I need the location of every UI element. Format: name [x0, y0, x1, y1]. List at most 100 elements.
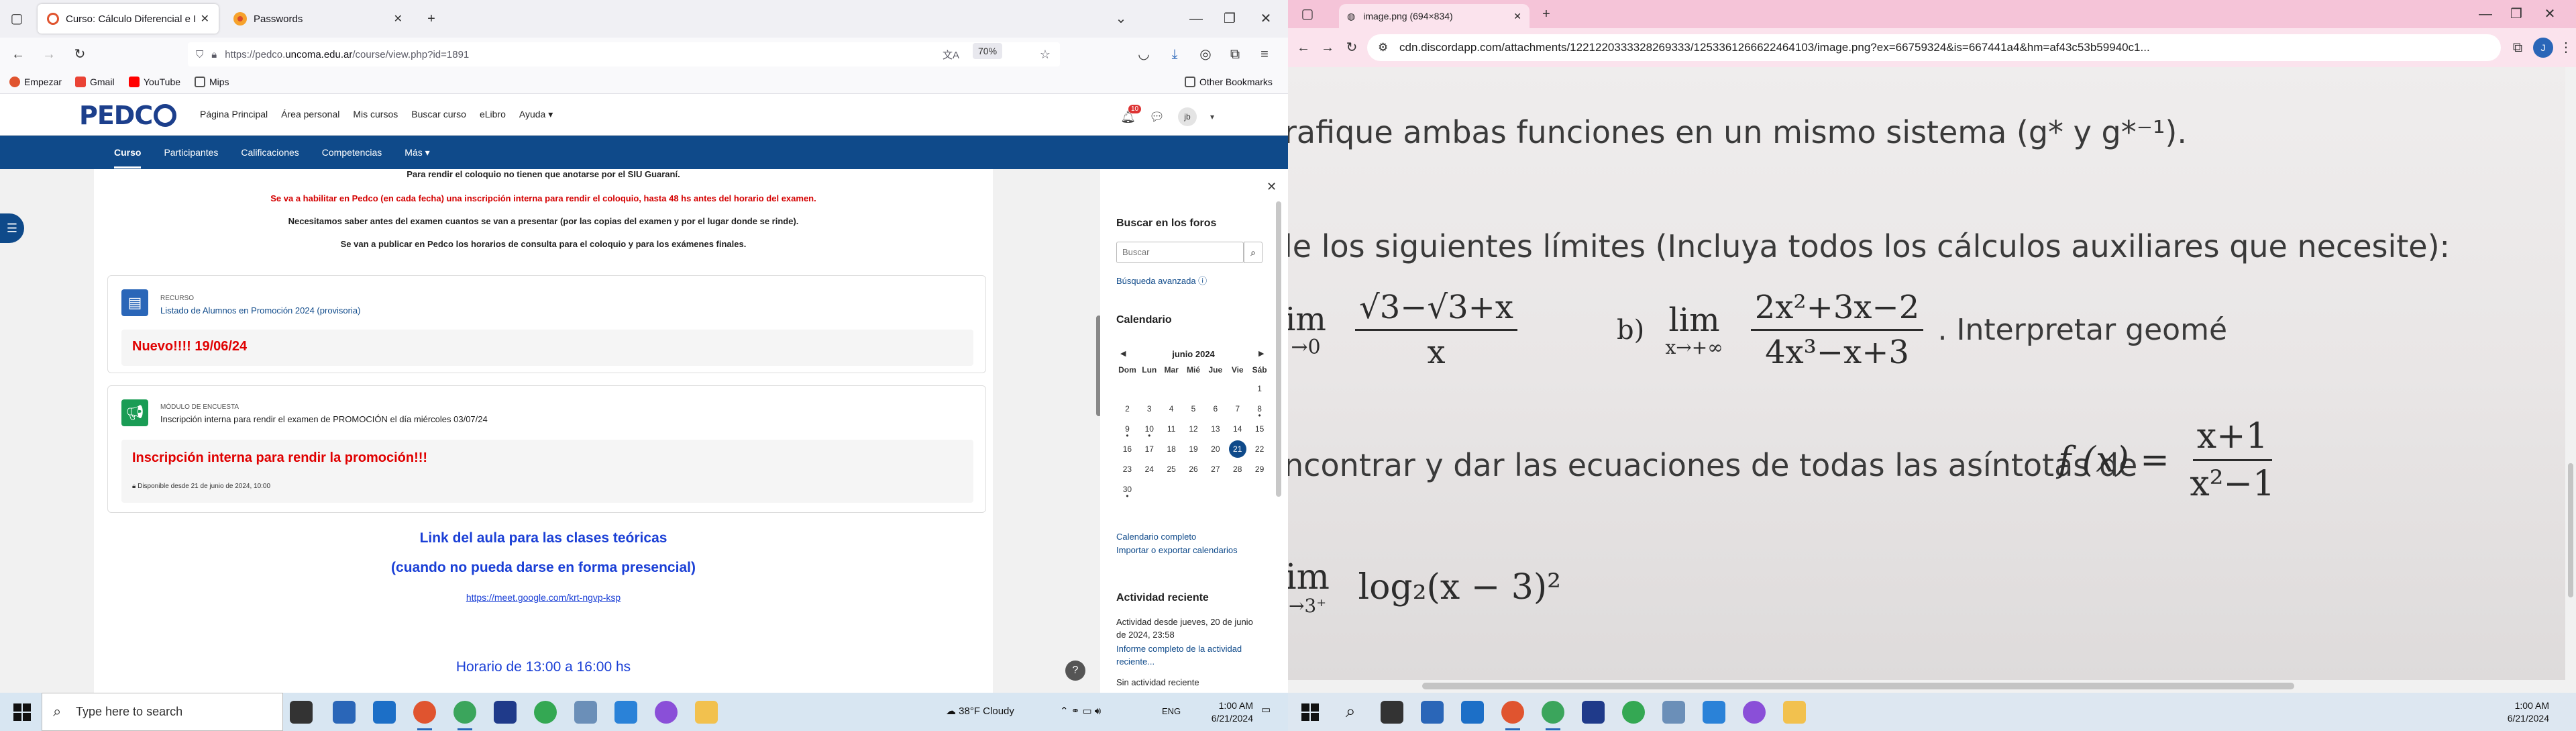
menu-icon[interactable]: ≡	[1254, 44, 1275, 64]
bell-icon[interactable]: 🔔︎ 10	[1120, 104, 1142, 124]
back-icon[interactable]: ←	[1293, 38, 1313, 58]
forward-icon[interactable]: →	[1318, 38, 1338, 58]
minimize-icon[interactable]: —	[2475, 4, 2496, 24]
app-icon[interactable]	[1662, 701, 1685, 724]
file-explorer-icon[interactable]	[1783, 701, 1806, 724]
calendar-day[interactable]: 29	[1248, 465, 1271, 475]
calendar-day[interactable]: 3	[1138, 404, 1161, 415]
bookmark-star-icon[interactable]: ☆	[1040, 48, 1051, 62]
new-tab-icon[interactable]: +	[421, 9, 441, 29]
chrome-profile-icon[interactable]	[1622, 701, 1645, 724]
extensions-icon[interactable]: ⧉	[2508, 38, 2528, 58]
calendar-day[interactable]: 9	[1116, 424, 1138, 435]
other-bookmarks[interactable]: Other Bookmarks	[1185, 77, 1273, 87]
calendar-day[interactable]: 19	[1183, 444, 1205, 455]
tab-competencias[interactable]: Competencias	[322, 147, 382, 158]
language-indicator[interactable]: ENG	[1162, 706, 1181, 716]
tab-mas[interactable]: Más ▾	[405, 147, 429, 158]
image-horizontal-scrollbar[interactable]	[1288, 680, 2576, 693]
calendar-day[interactable]: 7	[1226, 404, 1248, 415]
avatar[interactable]: jb	[1177, 107, 1197, 126]
task-view-icon[interactable]	[1381, 701, 1403, 724]
help-button[interactable]: ?	[1065, 661, 1085, 681]
store-icon[interactable]	[333, 701, 356, 724]
tab-calificaciones[interactable]: Calificaciones	[241, 147, 299, 158]
nav-area-personal[interactable]: Área personal	[281, 109, 339, 120]
minimize-icon[interactable]: —	[1186, 9, 1206, 29]
omnibox[interactable]: ⚙ cdn.discordapp.com/attachments/1221220…	[1367, 34, 2501, 61]
tab-image[interactable]: ◍ image.png (694×834) ✕	[1339, 4, 1529, 28]
calendar-day[interactable]: 23	[1116, 465, 1138, 475]
translate-icon[interactable]: 文A	[943, 48, 959, 62]
survey-link[interactable]: Inscripción interna para rendir el exame…	[160, 414, 488, 424]
close-icon[interactable]: ✕	[1513, 11, 1521, 22]
restore-icon[interactable]: ❐	[1220, 9, 1240, 29]
list-tabs-chevron-icon[interactable]: ⌄	[1111, 9, 1131, 29]
bookmark-youtube[interactable]: YouTube	[129, 77, 180, 87]
calendar-day[interactable]: 17	[1138, 444, 1161, 455]
calendar-day[interactable]: 16	[1116, 444, 1138, 455]
windows-start-icon[interactable]	[13, 703, 31, 721]
calendar-day[interactable]: 13	[1204, 424, 1226, 435]
taskbar-search[interactable]: ⌕ Type here to search	[42, 693, 283, 731]
calendar-day[interactable]: 24	[1138, 465, 1161, 475]
calendar-day[interactable]: 27	[1204, 465, 1226, 475]
search-icon[interactable]: ⌕	[1346, 701, 1356, 722]
menu-icon[interactable]: ⋮	[2556, 38, 2576, 58]
calendar-day[interactable]: 15	[1248, 424, 1271, 435]
restore-icon[interactable]: ❐	[2506, 4, 2526, 24]
forum-search-input[interactable]: Buscar	[1116, 242, 1244, 263]
new-tab-icon[interactable]: +	[1536, 4, 1556, 24]
calendar-day[interactable]: 5	[1183, 404, 1205, 415]
calendar-day[interactable]: 6	[1204, 404, 1226, 415]
nav-pagina-principal[interactable]: Página Principal	[200, 109, 268, 120]
clock[interactable]: 1:00 AM 6/21/2024	[1189, 699, 1253, 725]
calendar-day[interactable]: 14	[1226, 424, 1248, 435]
firefox-icon[interactable]	[1501, 701, 1524, 730]
extensions-icon[interactable]: ⧉	[1225, 44, 1245, 64]
scroll-thumb[interactable]	[1422, 683, 2294, 689]
windows-start-icon[interactable]	[1301, 703, 1319, 721]
chrome-icon[interactable]	[1542, 701, 1564, 730]
calendar-day[interactable]: 4	[1161, 404, 1183, 415]
calendar-day[interactable]: 8	[1248, 404, 1271, 415]
tab-participantes[interactable]: Participantes	[164, 147, 218, 158]
app-icon[interactable]	[1703, 701, 1725, 724]
search-icon[interactable]: ⌕	[1244, 242, 1263, 263]
calendar-day[interactable]: 25	[1161, 465, 1183, 475]
chat-icon[interactable]: 💬︎	[1149, 110, 1165, 124]
pedco-logo[interactable]: PEDC	[79, 101, 177, 130]
chevron-down-icon[interactable]: ▾	[1210, 112, 1214, 121]
nav-mis-cursos[interactable]: Mis cursos	[353, 109, 398, 120]
calendar-export-link[interactable]: Importar o exportar calendarios	[1116, 545, 1238, 555]
calendar-full-link[interactable]: Calendario completo	[1116, 532, 1196, 542]
reload-icon[interactable]: ↻	[70, 44, 90, 64]
close-icon[interactable]: ✕	[394, 12, 402, 26]
resource-link[interactable]: Listado de Alumnos en Promoción 2024 (pr…	[160, 305, 360, 315]
calendar-day[interactable]: 28	[1226, 465, 1248, 475]
window-close-icon[interactable]: ✕	[2540, 4, 2560, 24]
tab-curso-nav[interactable]: Curso	[114, 136, 142, 168]
nav-buscar-curso[interactable]: Buscar curso	[411, 109, 466, 120]
nav-ayuda[interactable]: Ayuda ▾	[519, 109, 553, 120]
bookmark-gmail[interactable]: Gmail	[75, 77, 115, 87]
back-icon[interactable]: ←	[8, 44, 28, 64]
chrome-profile-icon[interactable]	[534, 701, 557, 724]
page-scrollbar[interactable]	[1276, 201, 1281, 497]
account-icon[interactable]: ◎	[1195, 44, 1216, 64]
mail-icon[interactable]	[1461, 701, 1484, 724]
calendar-day[interactable]: 11	[1161, 424, 1183, 435]
chrome-icon[interactable]	[453, 701, 476, 730]
calendar-day[interactable]: 20	[1204, 444, 1226, 455]
tray-icons[interactable]: ⌃ ⚭ ▭ 🔊︎	[1060, 705, 1101, 717]
bookmark-empezar[interactable]: Empezar	[9, 77, 62, 87]
discord-icon[interactable]	[655, 701, 678, 724]
next-month-icon[interactable]: ▶	[1258, 349, 1264, 358]
clock[interactable]: 1:00 AM 6/21/2024	[2482, 699, 2549, 725]
store-icon[interactable]	[1421, 701, 1444, 724]
calendar-day[interactable]: 12	[1183, 424, 1205, 435]
meet-link[interactable]: https://meet.google.com/krt-ngvp-ksp	[466, 592, 621, 603]
weather[interactable]: ☁ 38°F Cloudy	[946, 705, 1014, 717]
reload-icon[interactable]: ↻	[1342, 38, 1362, 58]
url-bar[interactable]: ⛉ 🔒︎ https://pedco. uncoma.edu.ar/course/…	[188, 42, 1060, 66]
